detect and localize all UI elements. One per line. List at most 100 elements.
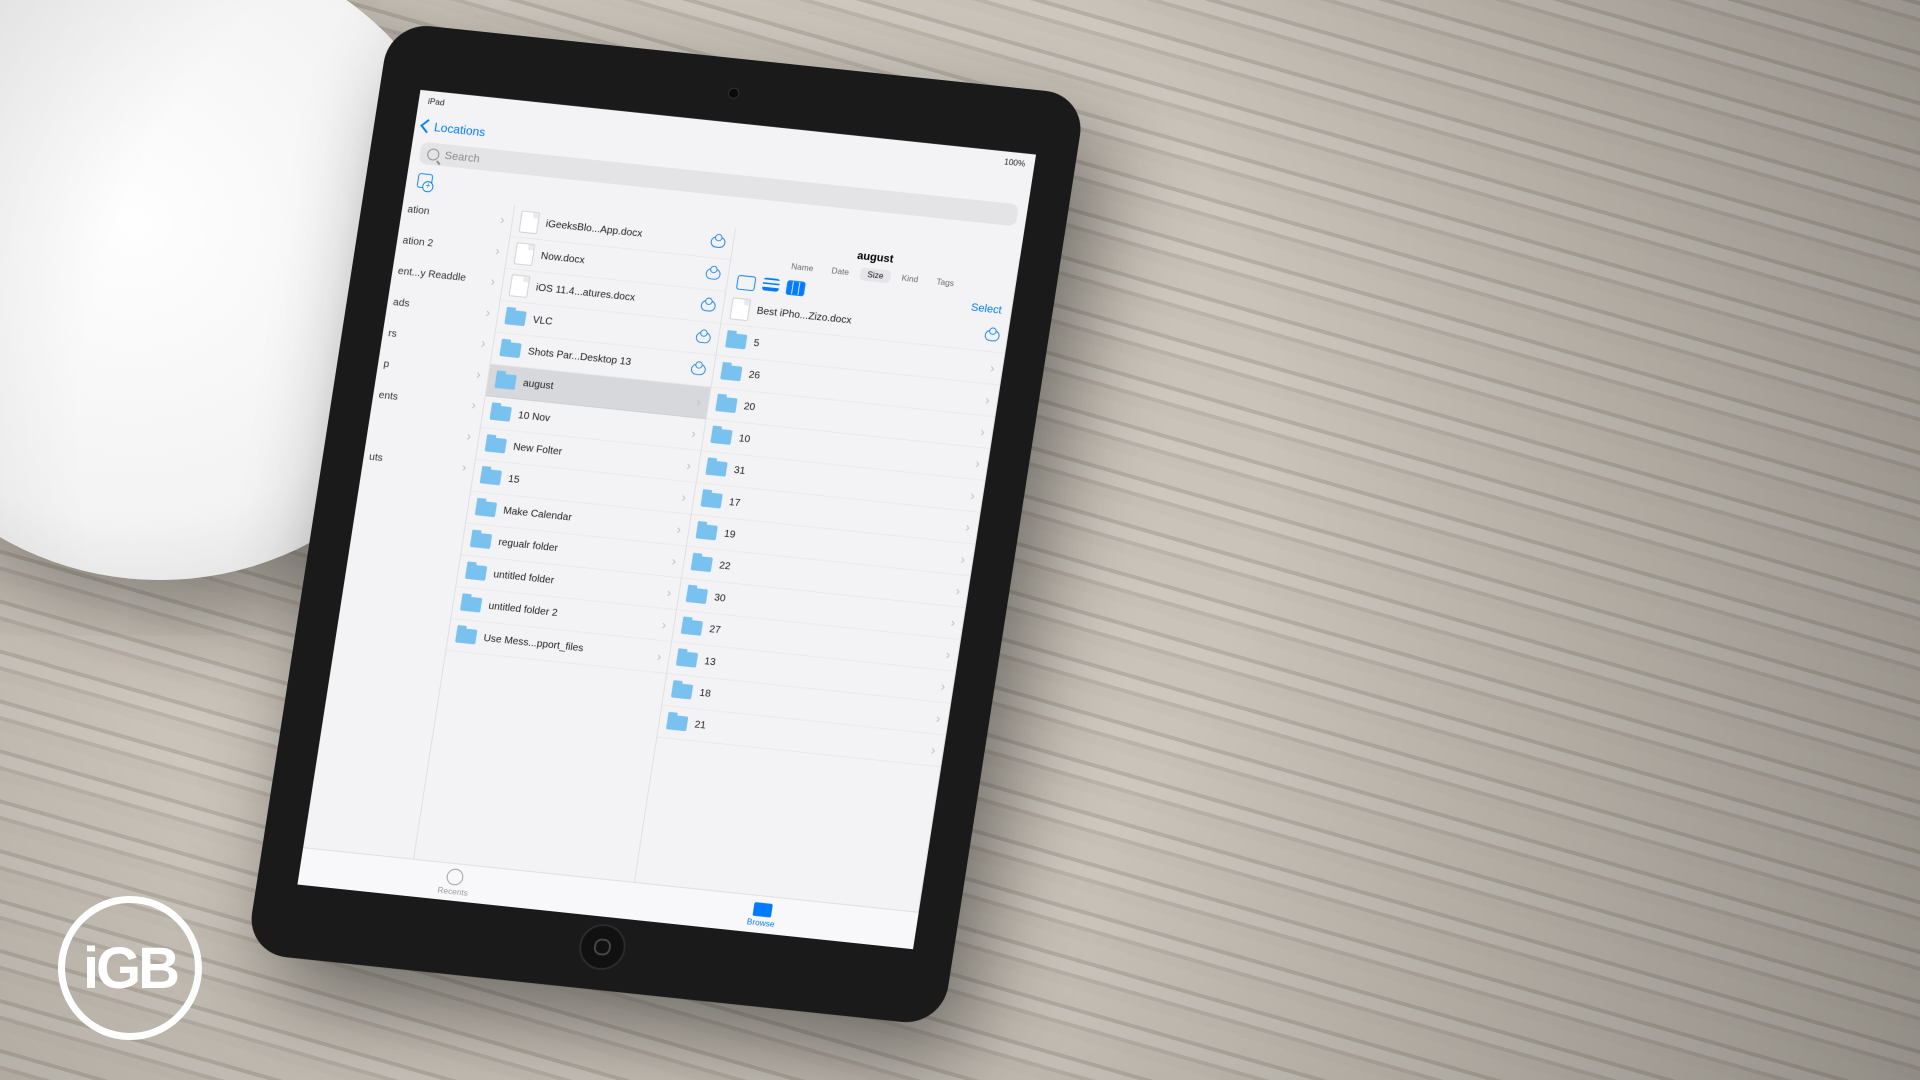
cloud-download-icon[interactable] <box>705 268 721 280</box>
chevron-right-icon <box>945 647 952 662</box>
folder-icon <box>666 715 688 732</box>
chevron-right-icon <box>656 649 663 664</box>
chevron-right-icon <box>960 551 967 566</box>
ipad-device: iPad 100% Locations Search ation ation 2 e… <box>246 22 1086 1026</box>
folder-icon <box>710 428 732 445</box>
sort-option[interactable]: Date <box>823 264 857 280</box>
location-label: ent...y Readdle <box>397 266 466 284</box>
tab-recents-label: Recents <box>437 885 469 897</box>
folder-icon <box>676 651 698 668</box>
folder-icon <box>720 365 742 382</box>
tab-browse-label: Browse <box>746 917 775 929</box>
select-button[interactable]: Select <box>970 300 1003 316</box>
folder-icon <box>465 564 487 581</box>
chevron-right-icon <box>935 711 942 726</box>
chevron-right-icon <box>480 336 487 351</box>
folder-icon <box>470 532 492 549</box>
chevron-right-icon <box>676 522 683 537</box>
cloud-download-icon[interactable] <box>695 331 711 343</box>
sort-option[interactable]: Size <box>859 267 892 283</box>
chevron-right-icon <box>475 367 482 382</box>
sort-option[interactable]: Tags <box>928 275 962 291</box>
folder-icon <box>700 492 722 509</box>
chevron-right-icon <box>690 426 697 441</box>
chevron-right-icon <box>955 583 962 598</box>
folder-icon <box>753 902 773 918</box>
folder-icon <box>499 341 521 358</box>
grid-view-icon[interactable] <box>736 275 757 291</box>
chevron-right-icon <box>969 488 976 503</box>
folder-icon <box>475 501 497 518</box>
chevron-right-icon <box>466 428 473 443</box>
folder-icon <box>691 556 713 573</box>
chevron-right-icon <box>461 459 468 474</box>
location-label: p <box>383 359 390 370</box>
back-chevron-icon[interactable] <box>420 119 434 133</box>
document-icon <box>729 297 751 321</box>
column-view-icon[interactable] <box>785 280 806 296</box>
document-icon <box>518 210 540 234</box>
chevron-right-icon <box>695 394 702 409</box>
folder-icon <box>460 596 482 613</box>
chevron-right-icon <box>666 585 673 600</box>
cloud-download-icon[interactable] <box>690 363 706 375</box>
list-view-icon[interactable] <box>762 277 780 291</box>
location-label: uts <box>368 451 383 463</box>
folder-icon <box>485 437 507 454</box>
folder-icon <box>705 460 727 477</box>
folder-icon <box>725 333 747 350</box>
chevron-right-icon <box>950 615 957 630</box>
folder-icon <box>715 396 737 413</box>
chevron-right-icon <box>685 458 692 473</box>
location-label: rs <box>388 328 398 340</box>
chevron-right-icon <box>681 490 688 505</box>
file-label: Now.docx <box>540 250 699 277</box>
chevron-right-icon <box>485 305 492 320</box>
column-browser: ation ation 2 ent...y Readdle ads rs p ents uts… <box>297 194 1020 950</box>
watermark-logo: iGB <box>58 896 202 1040</box>
cloud-download-icon[interactable] <box>984 329 1000 341</box>
folder-icon <box>695 524 717 541</box>
tag-plus-icon <box>417 173 434 189</box>
folder-icon <box>455 628 477 645</box>
chevron-right-icon <box>930 742 937 757</box>
location-label: ads <box>392 297 410 310</box>
file-label: VLC <box>532 314 689 341</box>
chevron-right-icon <box>989 361 996 376</box>
location-label: ation 2 <box>402 235 434 249</box>
folder-icon <box>686 587 708 604</box>
folder-icon <box>504 310 526 327</box>
file-label: iGeeksBlo...App.docx <box>545 219 704 246</box>
search-placeholder: Search <box>444 149 481 165</box>
chevron-right-icon <box>499 212 506 227</box>
chevron-right-icon <box>979 424 986 439</box>
chevron-right-icon <box>494 243 501 258</box>
cloud-download-icon[interactable] <box>710 236 726 248</box>
chevron-right-icon <box>671 553 678 568</box>
location-label: ents <box>378 390 399 403</box>
clock-icon <box>445 868 464 886</box>
document-icon <box>514 242 536 266</box>
location-label: ation <box>407 204 431 217</box>
chevron-right-icon <box>974 456 981 471</box>
chevron-right-icon <box>661 617 668 632</box>
chevron-right-icon <box>984 392 991 407</box>
file-label: Use Mess...pport_files <box>483 633 651 661</box>
document-icon <box>509 274 531 298</box>
sort-option[interactable]: Kind <box>893 271 926 287</box>
sort-option[interactable]: Name <box>783 259 822 276</box>
search-icon <box>426 148 440 161</box>
status-carrier: iPad <box>427 96 445 107</box>
folder-icon <box>490 405 512 422</box>
status-battery: 100% <box>1004 157 1027 168</box>
chevron-right-icon <box>470 398 477 413</box>
folder-icon <box>681 619 703 636</box>
chevron-right-icon <box>940 679 947 694</box>
folder-icon <box>671 683 693 700</box>
folder-icon <box>480 469 502 486</box>
files-app-screen: iPad 100% Locations Search ation ation 2 e… <box>297 90 1036 949</box>
back-button[interactable]: Locations <box>433 120 486 139</box>
chevron-right-icon <box>965 520 972 535</box>
file-label: Shots Par...Desktop 13 <box>527 346 684 373</box>
cloud-download-icon[interactable] <box>700 300 716 312</box>
